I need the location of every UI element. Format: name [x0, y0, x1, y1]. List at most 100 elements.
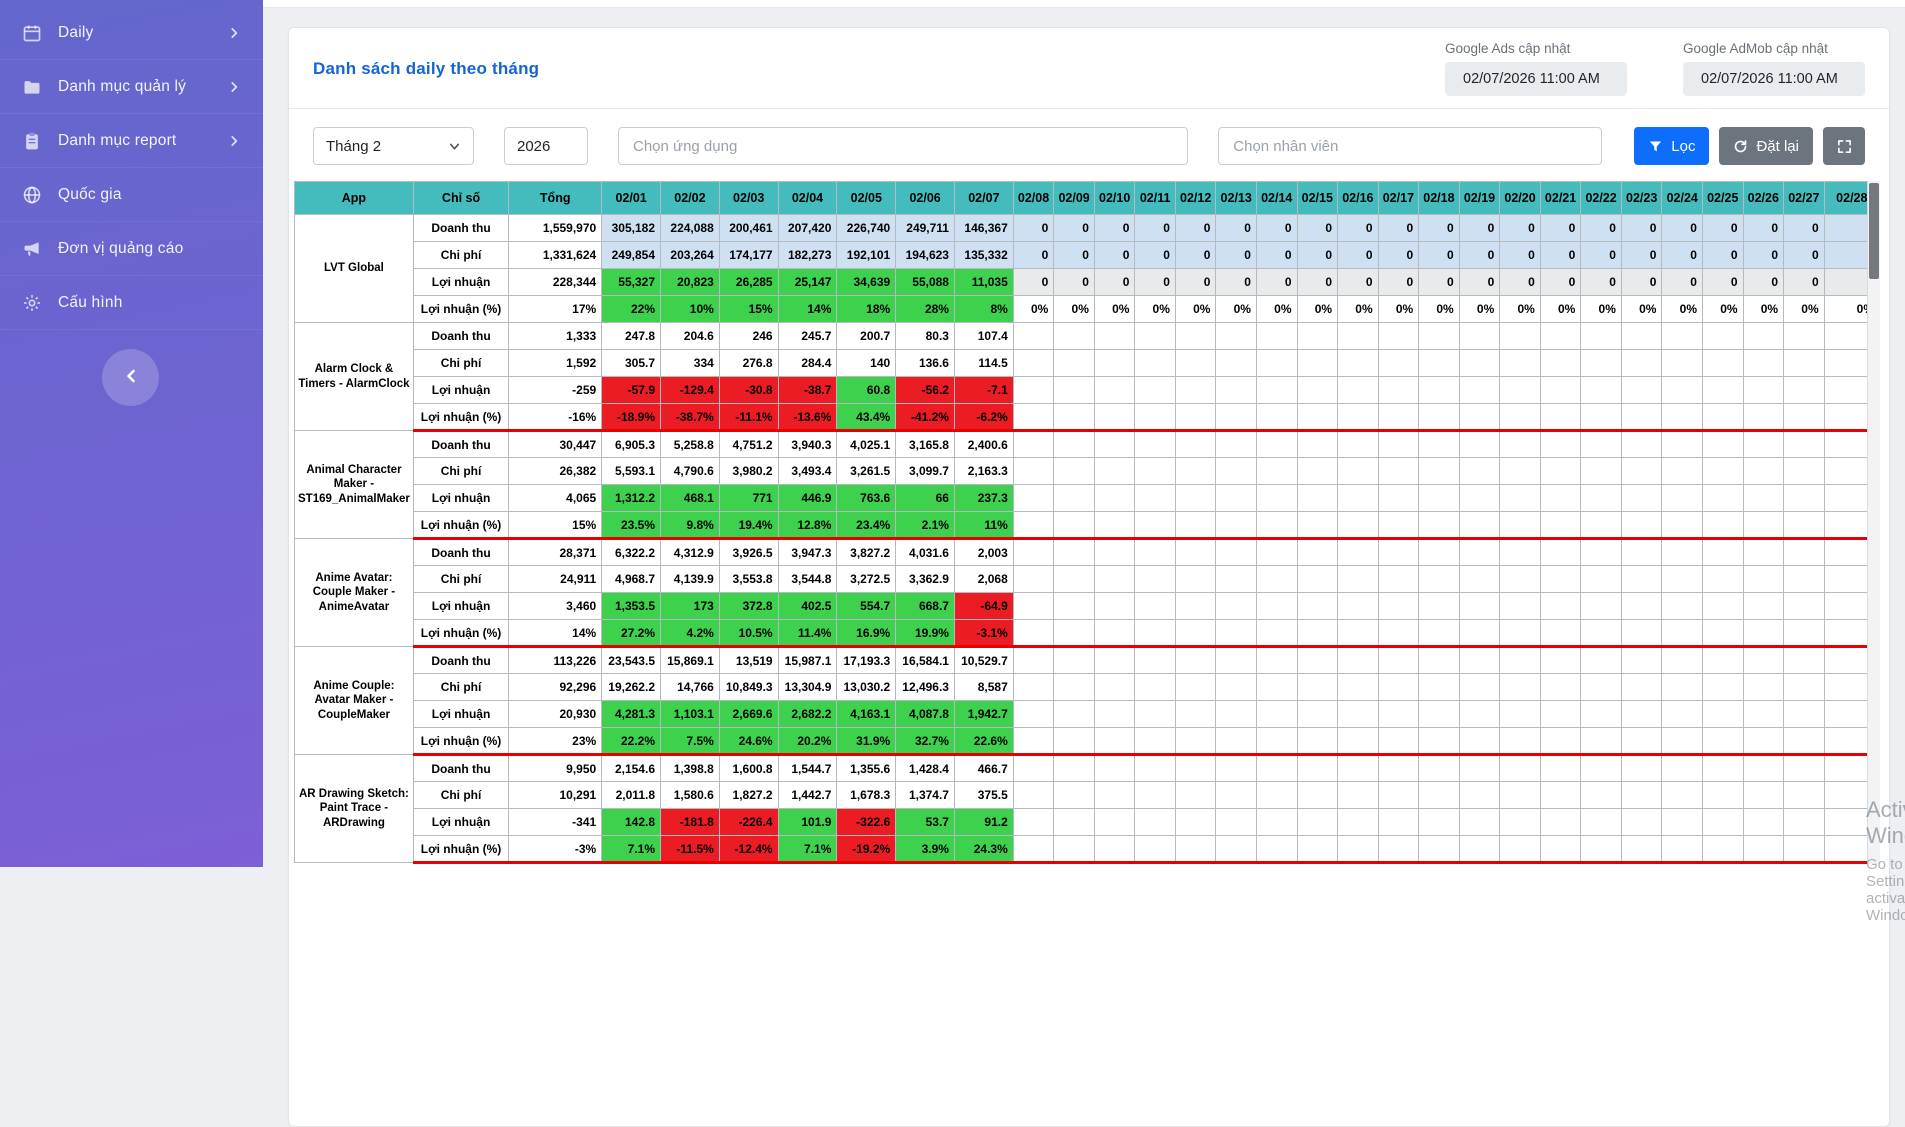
total-cell: 4,065	[509, 485, 602, 512]
day-value-cell	[1094, 377, 1135, 404]
day-value-cell: -12.4%	[719, 836, 778, 863]
day-value-cell: 771	[719, 485, 778, 512]
day-value-cell: 4,790.6	[661, 458, 720, 485]
day-value-cell	[1662, 431, 1703, 458]
column-header-02-06: 02/06	[896, 182, 955, 215]
sidebar-item-label: Danh mục report	[58, 132, 227, 150]
day-value-cell: 0	[1338, 269, 1379, 296]
day-value-cell	[1784, 647, 1825, 674]
day-value-cell	[1459, 620, 1500, 647]
day-value-cell	[1784, 323, 1825, 350]
column-header-02-24: 02/24	[1662, 182, 1703, 215]
day-value-cell	[1054, 566, 1095, 593]
day-value-cell	[1135, 701, 1175, 728]
day-value-cell	[1581, 620, 1622, 647]
app-name-cell: AR Drawing Sketch: Paint Trace - ARDrawi…	[295, 755, 414, 863]
reset-button[interactable]: Đặt lại	[1719, 127, 1813, 165]
day-value-cell	[1419, 836, 1460, 863]
column-header-02-10: 02/10	[1094, 182, 1135, 215]
day-value-cell	[1338, 404, 1379, 431]
column-header-02-02: 02/02	[661, 182, 720, 215]
day-value-cell	[1419, 782, 1460, 809]
day-value-cell	[1216, 620, 1257, 647]
employee-select-input[interactable]	[1218, 127, 1602, 165]
day-value-cell	[1419, 350, 1460, 377]
sidebar-collapse-button[interactable]	[102, 349, 159, 406]
day-value-cell	[1216, 323, 1257, 350]
vertical-scrollbar[interactable]	[1867, 181, 1880, 864]
day-value-cell	[1378, 836, 1419, 863]
day-value-cell	[1378, 593, 1419, 620]
day-value-cell: 1,600.8	[719, 755, 778, 782]
scrollbar-thumb[interactable]	[1869, 183, 1879, 279]
day-value-cell	[1013, 647, 1054, 674]
sidebar-item-danh-m-c-qu-n-l-[interactable]: Danh mục quản lý	[0, 60, 263, 114]
day-value-cell: 0	[1581, 242, 1622, 269]
day-value-cell	[1338, 593, 1379, 620]
day-value-cell: 4,087.8	[896, 701, 955, 728]
day-value-cell	[1216, 782, 1257, 809]
day-value-cell	[1702, 674, 1743, 701]
sidebar-item-danh-m-c-report[interactable]: Danh mục report	[0, 114, 263, 168]
day-value-cell	[1540, 539, 1581, 566]
day-value-cell	[1662, 755, 1703, 782]
day-value-cell	[1540, 782, 1581, 809]
day-value-cell	[1175, 539, 1216, 566]
metric-label-cell: Chi phí	[413, 242, 508, 269]
day-value-cell	[1743, 458, 1784, 485]
day-value-cell	[1256, 350, 1297, 377]
day-value-cell: 91.2	[954, 809, 1013, 836]
metric-label-cell: Lợi nhuận	[413, 377, 508, 404]
sidebar-item--n-v-qu-ng-c-o[interactable]: Đơn vị quảng cáo	[0, 222, 263, 276]
sidebar-item-qu-c-gia[interactable]: Quốc gia	[0, 168, 263, 222]
day-value-cell: 0	[1662, 269, 1703, 296]
day-value-cell	[1784, 836, 1825, 863]
fullscreen-button[interactable]	[1823, 127, 1865, 165]
day-value-cell	[1378, 728, 1419, 755]
day-value-cell	[1297, 647, 1338, 674]
day-value-cell	[1094, 539, 1135, 566]
day-value-cell: 0%	[1419, 296, 1460, 323]
app-select-input[interactable]	[618, 127, 1188, 165]
total-cell: 20,930	[509, 701, 602, 728]
filter-button[interactable]: Lọc	[1634, 127, 1709, 165]
metric-label-cell: Lợi nhuận	[413, 809, 508, 836]
report-icon	[22, 131, 42, 151]
day-value-cell: 28%	[896, 296, 955, 323]
day-value-cell	[1500, 485, 1541, 512]
day-value-cell	[1702, 809, 1743, 836]
sidebar-item-c-u-h-nh[interactable]: Cấu hình	[0, 276, 263, 330]
day-value-cell	[1216, 728, 1257, 755]
column-header-02-08: 02/08	[1013, 182, 1054, 215]
day-value-cell	[1013, 512, 1054, 539]
sidebar-item-label: Đơn vị quảng cáo	[58, 240, 241, 258]
filter-button-label: Lọc	[1671, 138, 1695, 155]
day-value-cell	[1500, 539, 1541, 566]
day-value-cell	[1054, 323, 1095, 350]
column-header-02-03: 02/03	[719, 182, 778, 215]
day-value-cell	[1581, 782, 1622, 809]
day-value-cell	[1540, 431, 1581, 458]
day-value-cell	[1419, 458, 1460, 485]
month-select[interactable]: Tháng 2	[313, 127, 474, 165]
chevron-left-icon	[121, 366, 141, 389]
day-value-cell: 15,987.1	[778, 647, 837, 674]
day-value-cell	[1013, 539, 1054, 566]
day-value-cell	[1784, 404, 1825, 431]
day-value-cell	[1378, 512, 1419, 539]
day-value-cell	[1702, 377, 1743, 404]
sidebar-item-daily[interactable]: Daily	[0, 6, 263, 60]
day-value-cell: 305.7	[602, 350, 661, 377]
year-input[interactable]	[504, 127, 588, 165]
day-value-cell: 207,420	[778, 215, 837, 242]
day-value-cell: 1,827.2	[719, 782, 778, 809]
day-value-cell	[1175, 566, 1216, 593]
day-value-cell: 1,942.7	[954, 701, 1013, 728]
day-value-cell: 4,312.9	[661, 539, 720, 566]
day-value-cell	[1054, 458, 1095, 485]
day-value-cell: 1,103.1	[661, 701, 720, 728]
day-value-cell: 14,766	[661, 674, 720, 701]
day-value-cell: 0%	[1175, 296, 1216, 323]
day-value-cell: 2,003	[954, 539, 1013, 566]
day-value-cell	[1013, 485, 1054, 512]
